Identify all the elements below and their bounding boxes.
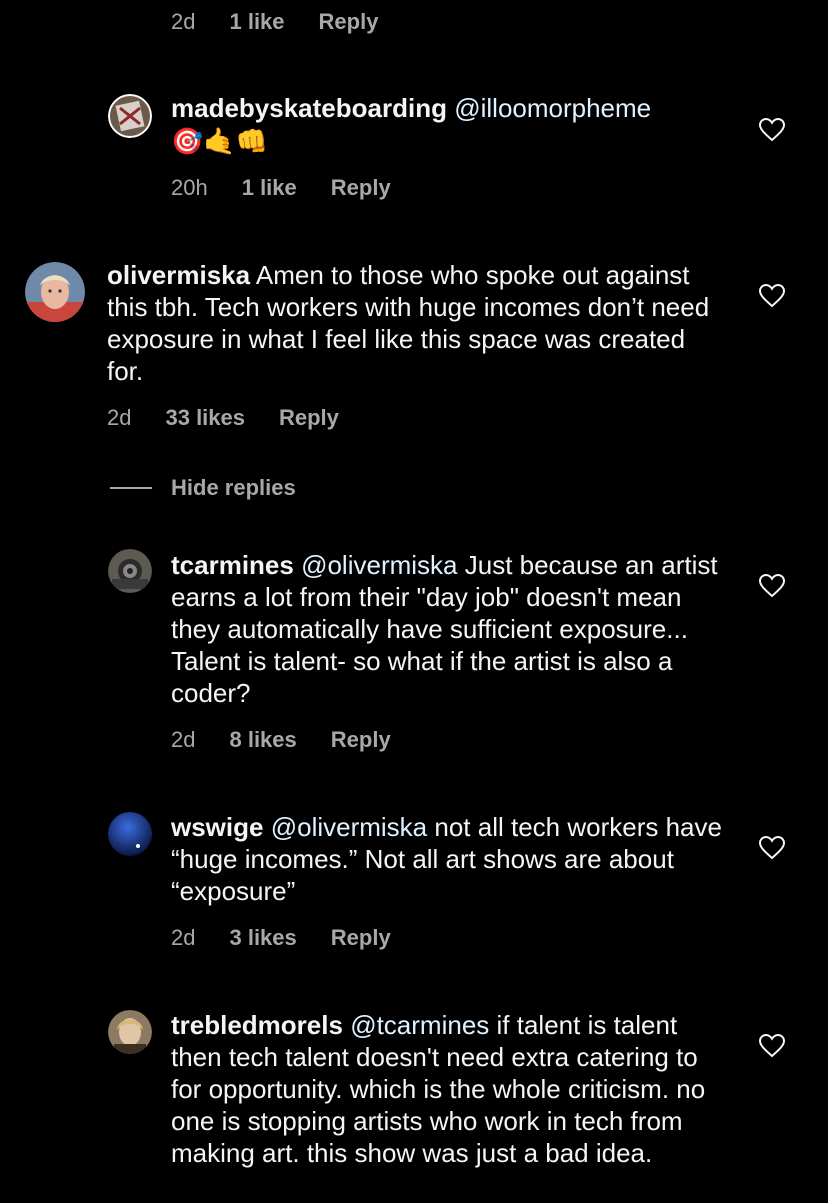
comment-username[interactable]: wswige [171, 812, 263, 842]
timestamp: 2d [107, 405, 132, 430]
avatar[interactable] [108, 549, 152, 593]
comment-mention[interactable]: @olivermiska [271, 812, 427, 842]
comment: olivermiska Amen to those who spoke out … [107, 259, 727, 387]
timestamp: 20h [171, 175, 208, 200]
avatar[interactable] [108, 1010, 152, 1054]
timestamp: 2d [171, 925, 196, 950]
hide-replies-label: Hide replies [171, 475, 296, 500]
likes-count[interactable]: 8 likes [229, 725, 296, 755]
likes-count[interactable]: 1 like [229, 7, 284, 37]
hide-replies-button[interactable]: Hide replies [110, 475, 296, 501]
comment-mention[interactable]: @tcarmines [350, 1010, 489, 1040]
comment: madebyskateboarding @illoomorpheme 🎯🤙👊 [171, 92, 731, 158]
comment-emoji: 🎯🤙👊 [171, 126, 269, 156]
avatar[interactable] [108, 94, 152, 138]
comment-username[interactable]: madebyskateboarding [171, 93, 447, 123]
avatar[interactable] [25, 262, 85, 322]
likes-count[interactable]: 33 likes [165, 403, 245, 433]
comment-mention[interactable]: @illoomorpheme [454, 93, 651, 123]
timestamp: 2d [171, 9, 196, 34]
like-heart-icon[interactable] [758, 1033, 786, 1058]
comment-meta: 2d 33 likes Reply [107, 403, 339, 433]
reply-button[interactable]: Reply [319, 7, 379, 37]
comment: trebledmorels @tcarmines if talent is ta… [171, 1009, 731, 1169]
avatar[interactable] [108, 812, 152, 856]
comment-meta: 2d 3 likes Reply [171, 923, 391, 953]
comment-mention[interactable]: @olivermiska [301, 550, 457, 580]
comment-meta: 20h 1 like Reply [171, 173, 391, 203]
comment-meta: 2d 8 likes Reply [171, 725, 391, 755]
comment-username[interactable]: tcarmines [171, 550, 294, 580]
reply-button[interactable]: Reply [331, 725, 391, 755]
comment-username[interactable]: olivermiska [107, 260, 250, 290]
comment-username[interactable]: trebledmorels [171, 1010, 343, 1040]
divider-line [110, 487, 152, 489]
likes-count[interactable]: 3 likes [229, 923, 296, 953]
comment-meta: 2d 1 like Reply [171, 7, 378, 37]
like-heart-icon[interactable] [758, 283, 786, 308]
comment: tcarmines @olivermiska Just because an a… [171, 549, 731, 709]
reply-button[interactable]: Reply [279, 403, 339, 433]
like-heart-icon[interactable] [758, 117, 786, 142]
reply-button[interactable]: Reply [331, 173, 391, 203]
like-heart-icon[interactable] [758, 835, 786, 860]
likes-count[interactable]: 1 like [242, 173, 297, 203]
comment: wswige @olivermiska not all tech workers… [171, 811, 731, 907]
reply-button[interactable]: Reply [331, 923, 391, 953]
like-heart-icon[interactable] [758, 573, 786, 598]
timestamp: 2d [171, 727, 196, 752]
